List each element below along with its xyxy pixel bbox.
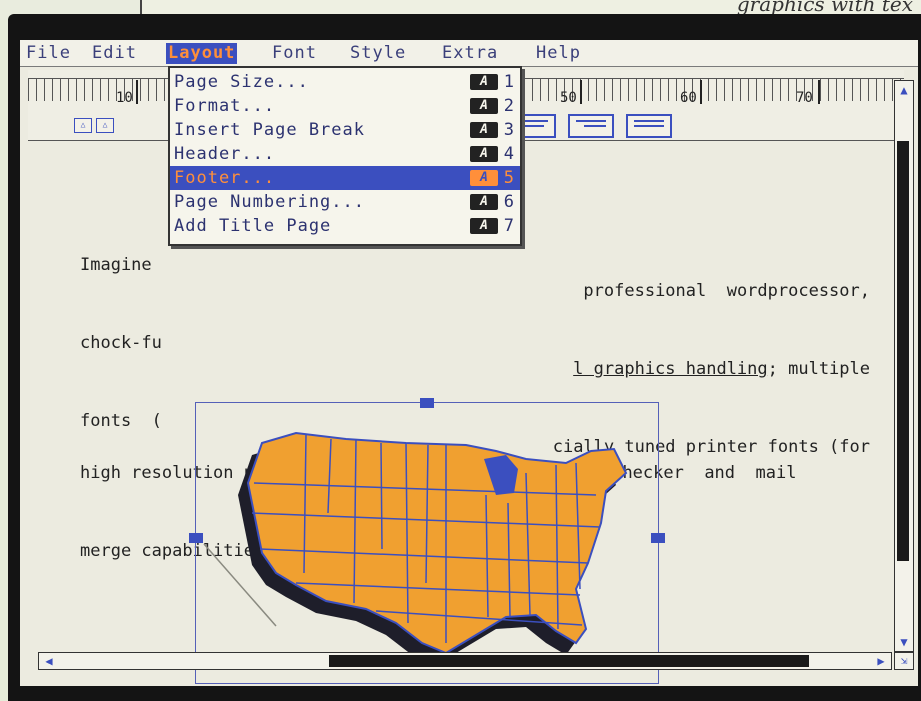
shortcut-number: 4 (503, 144, 514, 164)
shortcut-number: 5 (503, 168, 514, 188)
resize-handle-top[interactable] (420, 398, 434, 408)
text-underlined: l graphics handling (573, 359, 768, 379)
ruler-number: 50 (560, 90, 577, 106)
menu-help[interactable]: Help (534, 43, 583, 64)
ruler-tab-marker[interactable] (580, 80, 582, 104)
menu-file[interactable]: File (24, 43, 73, 64)
menu-bar: File Edit Layout Font Style Extra Help (20, 40, 918, 67)
menu-font[interactable]: Font (270, 43, 319, 64)
resize-box-icon[interactable]: ⇲ (894, 652, 914, 670)
scroll-right-icon[interactable]: ▶ (871, 653, 891, 669)
command-key-icon: A (470, 74, 498, 90)
decimal-tab-button[interactable]: △ (96, 118, 114, 133)
left-tab-button[interactable]: △ (74, 118, 92, 133)
align-justify-button[interactable] (626, 114, 672, 138)
text-fragment: professional wordprocessor, (583, 281, 870, 301)
menu-item-label: Page Numbering... (174, 192, 365, 212)
menu-item-label: Footer... (174, 168, 276, 188)
ruler-right-margin-marker[interactable] (818, 80, 820, 104)
align-right-button[interactable] (568, 114, 614, 138)
command-key-icon: A (470, 146, 498, 162)
drag-line (203, 543, 277, 627)
command-key-icon: A (470, 170, 498, 186)
screen: File Edit Layout Font Style Extra Help 1… (20, 40, 918, 686)
vertical-scrollbar[interactable]: ▲ ▼ (894, 80, 914, 652)
command-key-icon: A (470, 218, 498, 234)
shortcut-number: 3 (503, 120, 514, 140)
shortcut-number: 6 (503, 192, 514, 212)
menu-edit[interactable]: Edit (90, 43, 139, 64)
menu-extra[interactable]: Extra (440, 43, 500, 64)
text-fragment: chock-fu (80, 333, 162, 353)
shortcut-number: 7 (503, 216, 514, 236)
text-fragment: Imagine (80, 255, 152, 275)
ruler-margin-marker[interactable] (136, 80, 138, 104)
menu-item-add-title-page[interactable]: Add Title Page A 7 (170, 214, 520, 238)
menu-style[interactable]: Style (348, 43, 408, 64)
ruler-number: 60 (680, 90, 697, 106)
scroll-left-icon[interactable]: ◀ (39, 653, 59, 669)
menu-item-label: Header... (174, 144, 276, 164)
text-fragment: fonts ( (80, 411, 162, 431)
command-key-icon: A (470, 122, 498, 138)
menu-item-page-numbering[interactable]: Page Numbering... A 6 (170, 190, 520, 214)
menu-item-label: Page Size... (174, 72, 309, 92)
vertical-scroll-thumb[interactable] (897, 141, 909, 561)
ruler-number: 10 (116, 90, 133, 106)
text-fragment: ; multiple (767, 359, 870, 379)
menu-item-label: Insert Page Break (174, 120, 365, 140)
menu-item-format[interactable]: Format... A 2 (170, 94, 520, 118)
ruler-tab-marker[interactable] (700, 80, 702, 104)
horizontal-scroll-thumb[interactable] (329, 655, 809, 667)
text-line: chock-fu l graphics handling; multiple (80, 304, 870, 379)
scroll-down-icon[interactable]: ▼ (897, 634, 911, 650)
menu-layout[interactable]: Layout (166, 43, 238, 64)
shortcut-number: 2 (503, 96, 514, 116)
ruler-number: 70 (796, 90, 813, 106)
command-key-icon: A (470, 98, 498, 114)
resize-handle-right[interactable] (651, 533, 665, 543)
command-key-icon: A (470, 194, 498, 210)
menu-item-label: Add Title Page (174, 216, 332, 236)
scroll-up-icon[interactable]: ▲ (897, 82, 911, 98)
menu-item-footer[interactable]: Footer... A 5 (170, 166, 520, 190)
shortcut-number: 1 (503, 72, 514, 92)
menu-item-header[interactable]: Header... A 4 (170, 142, 520, 166)
layout-menu-dropdown: Page Size... A 1 Format... A 2 Insert Pa… (168, 66, 522, 246)
menu-item-page-size[interactable]: Page Size... A 1 (170, 70, 520, 94)
menu-item-label: Format... (174, 96, 276, 116)
horizontal-scrollbar[interactable]: ◀ ▶ (38, 652, 892, 670)
menu-item-insert-page-break[interactable]: Insert Page Break A 3 (170, 118, 520, 142)
